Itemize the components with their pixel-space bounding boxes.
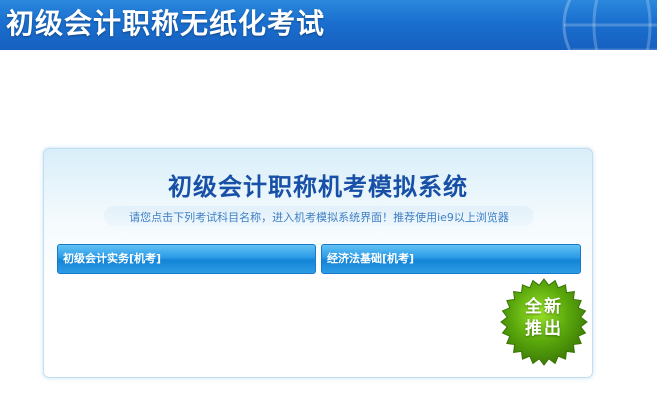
- globe-decoration-icon: [562, 0, 657, 50]
- exam-button-economic-law[interactable]: 经济法基础[机考]: [321, 244, 581, 274]
- exam-button-label: 经济法基础[机考]: [327, 252, 415, 265]
- hint-text: 请您点击下列考试科目名称，进入机考模拟系统界面！推荐使用ie9以上浏览器: [129, 211, 509, 224]
- badge-line-2: 推出: [525, 319, 563, 339]
- hint-bar: 请您点击下列考试科目名称，进入机考模拟系统界面！推荐使用ie9以上浏览器: [104, 206, 534, 226]
- exam-button-label: 初级会计实务[机考]: [63, 252, 162, 265]
- panel-title: 初级会计职称机考模拟系统: [168, 173, 468, 201]
- badge-line-1: 全新: [525, 297, 563, 317]
- new-launch-badge: 全新 推出: [500, 278, 588, 366]
- exam-button-accounting-practice[interactable]: 初级会计实务[机考]: [57, 244, 316, 274]
- page-header: 初级会计职称无纸化考试: [0, 0, 657, 50]
- header-title: 初级会计职称无纸化考试: [6, 7, 326, 40]
